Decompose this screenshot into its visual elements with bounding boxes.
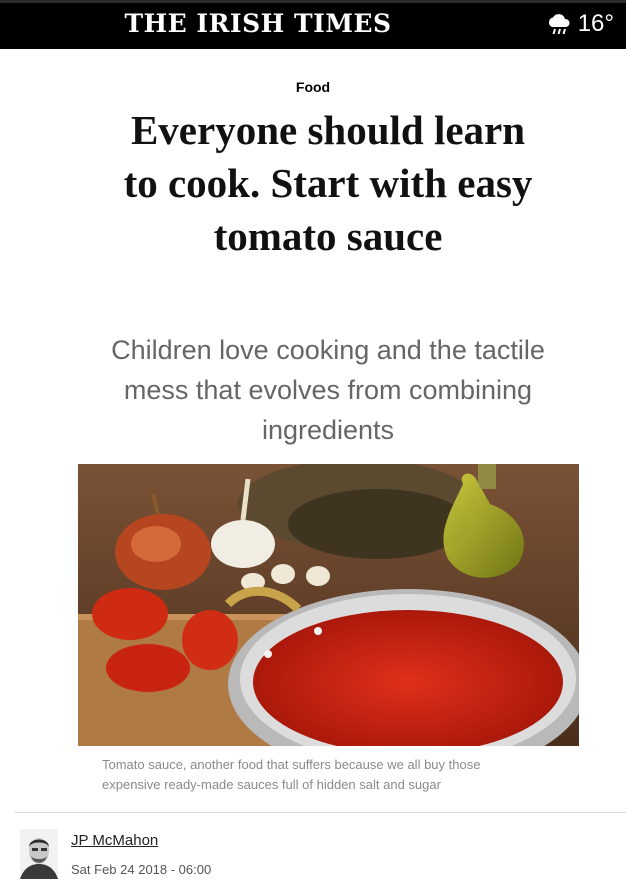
- author-link[interactable]: JP McMahon: [71, 832, 158, 849]
- cloud-rain-icon: [548, 14, 570, 35]
- image-caption: Tomato sauce, another food that suffers …: [102, 757, 481, 792]
- article-standfirst: Children love cooking and the tactile me…: [111, 335, 545, 445]
- weather-widget[interactable]: 16°: [546, 10, 614, 38]
- temperature: 16°: [577, 10, 614, 37]
- byline-divider: [14, 812, 626, 813]
- article-headline: Everyone should learn to cook. Start wit…: [123, 107, 533, 259]
- section-label[interactable]: Food: [0, 79, 626, 95]
- top-bar: THE IRISH TIMES 16°: [0, 0, 626, 49]
- article-image: [78, 464, 579, 746]
- publish-date: Sat Feb 24 2018 - 06:00: [71, 862, 212, 877]
- masthead-logo[interactable]: THE IRISH TIMES: [0, 9, 516, 38]
- author-avatar[interactable]: [20, 829, 58, 879]
